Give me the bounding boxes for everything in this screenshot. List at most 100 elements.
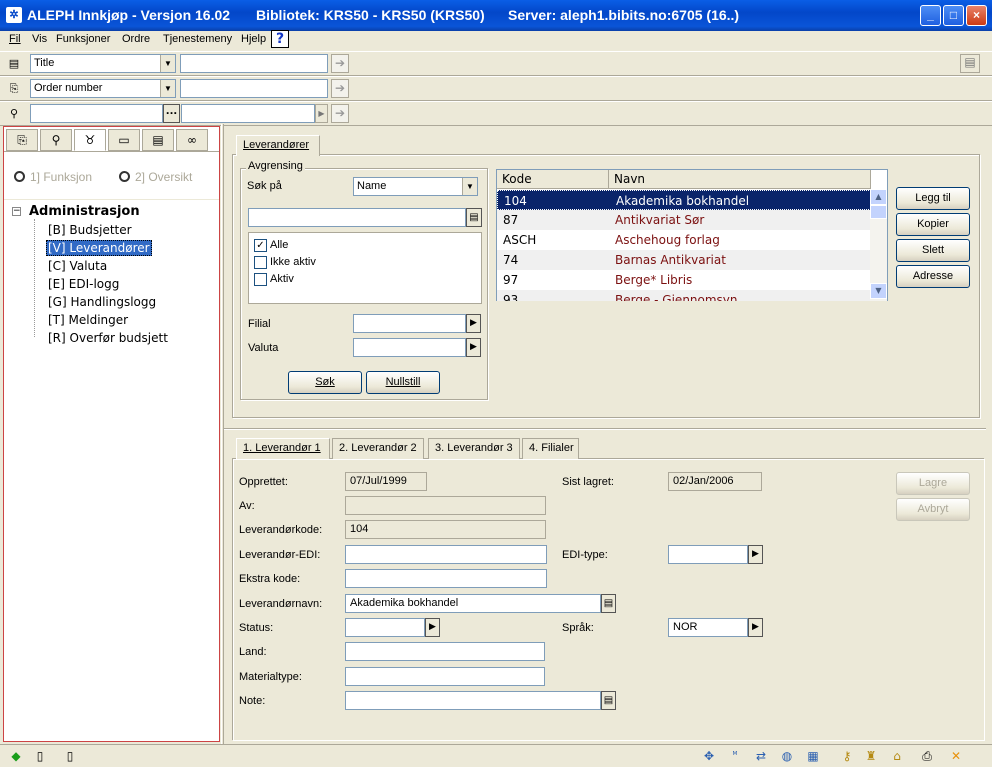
menu-tjenestemeny[interactable]: Tjenestemeny xyxy=(163,33,232,45)
title-bar[interactable]: ✲ ALEPH Innkjøp - Versjon 16.02 Bibliote… xyxy=(0,0,992,31)
document-icon[interactable]: ▯ xyxy=(31,748,49,765)
order-number-select[interactable]: Order number ▼ xyxy=(30,79,176,98)
tab-search-icon[interactable]: ⎘ xyxy=(6,129,38,151)
list-scrollbar[interactable]: ▲ ▼ xyxy=(870,189,887,301)
list-item[interactable]: 93 Berge - Gjennomsyn xyxy=(497,290,871,301)
list-item[interactable]: 74 Barnas Antikvariat xyxy=(497,250,871,270)
calendar-icon[interactable]: ▦ xyxy=(804,748,822,765)
search-button[interactable]: Søk xyxy=(288,371,362,394)
cancel-x-icon[interactable]: ✕ xyxy=(947,748,965,765)
list-item[interactable]: 97 Berge* Libris xyxy=(497,270,871,290)
tab-binoculars-icon[interactable]: ∞ xyxy=(176,129,208,151)
tree-item-valuta[interactable]: [C] Valuta xyxy=(48,259,107,273)
maximize-button[interactable]: □ xyxy=(943,5,964,26)
scroll-thumb[interactable] xyxy=(870,205,887,219)
details-icon[interactable]: ▤ xyxy=(960,54,980,73)
tree-item-leverandorer[interactable]: [V] Leverandører xyxy=(46,240,152,256)
go-button[interactable]: ➔ xyxy=(331,79,349,98)
list-icon[interactable]: ▤ xyxy=(601,594,616,613)
delete-button[interactable]: Slett xyxy=(896,239,970,262)
add-button[interactable]: Legg til xyxy=(896,187,970,210)
language-arrow-button[interactable]: ▶ xyxy=(748,618,763,637)
filter-text-input[interactable] xyxy=(248,208,466,227)
exchange-icon[interactable]: ⇄ xyxy=(752,748,770,765)
extra-code-input[interactable] xyxy=(345,569,547,588)
vendor-list[interactable]: Kode Navn 104 Akademika bokhandel 87 Antik… xyxy=(496,169,888,301)
tower-icon[interactable]: ♜ xyxy=(862,748,880,765)
title-select[interactable]: Title ▼ xyxy=(30,54,176,73)
status-input[interactable] xyxy=(345,618,425,637)
country-input[interactable] xyxy=(345,642,545,661)
note-input[interactable] xyxy=(345,691,601,710)
scroll-up-icon[interactable]: ▲ xyxy=(870,189,887,205)
status-arrow-button[interactable]: ▶ xyxy=(425,618,440,637)
close-button[interactable]: × xyxy=(966,5,987,26)
tree-root-administrasjon[interactable]: Administrasjon xyxy=(29,204,140,219)
tab-list-icon[interactable]: ▤ xyxy=(142,129,174,151)
list-item[interactable]: ASCH Aschehoug forlag xyxy=(497,230,871,250)
tree-collapse-toggle[interactable]: − xyxy=(12,207,21,216)
tab-leverandor-1[interactable]: 1. Leverandør 1 xyxy=(236,438,330,459)
checkbox-aktiv[interactable] xyxy=(254,273,267,286)
save-button[interactable]: Lagre xyxy=(896,472,970,495)
vendor-name-input[interactable] xyxy=(181,104,315,123)
tree-item-edi-logg[interactable]: [E] EDI-logg xyxy=(48,277,119,291)
radio-oversikt[interactable] xyxy=(119,171,130,182)
tab-person-icon[interactable]: ⚲ xyxy=(40,129,72,151)
scroll-down-icon[interactable]: ▼ xyxy=(870,283,887,299)
copy-button[interactable]: Kopier xyxy=(896,213,970,236)
cancel-button[interactable]: Avbryt xyxy=(896,498,970,521)
menu-hjelp[interactable]: Hjelp xyxy=(241,33,266,45)
key-icon[interactable]: ⚷ xyxy=(838,748,856,765)
filial-arrow-button[interactable]: ▶ xyxy=(466,314,481,333)
address-button[interactable]: Adresse xyxy=(896,265,970,288)
vendor-name-field[interactable]: Akademika bokhandel xyxy=(345,594,601,613)
edi-type-input[interactable] xyxy=(668,545,748,564)
language-input[interactable]: NOR xyxy=(668,618,748,637)
panel-splitter[interactable] xyxy=(221,124,224,744)
list-icon[interactable]: ▤ xyxy=(601,691,616,710)
minimize-button[interactable]: _ xyxy=(920,5,941,26)
go-button[interactable]: ➔ xyxy=(331,104,349,123)
reset-button[interactable]: Nullstill xyxy=(366,371,440,394)
list-item[interactable]: 87 Antikvariat Sør xyxy=(497,210,871,230)
search-on-select[interactable]: Name ▼ xyxy=(353,177,478,196)
tree-item-meldinger[interactable]: [T] Meldinger xyxy=(48,313,128,327)
menu-ordre[interactable]: Ordre xyxy=(122,33,150,45)
checkbox-ikke-aktiv[interactable] xyxy=(254,256,267,269)
material-type-input[interactable] xyxy=(345,667,545,686)
tree-item-handlingslogg[interactable]: [G] Handlingslogg xyxy=(48,295,156,309)
menu-vis[interactable]: Vis xyxy=(32,33,47,45)
go-button[interactable]: ➔ xyxy=(331,54,349,73)
vendor-search-input[interactable] xyxy=(30,104,163,123)
vendor-edi-input[interactable] xyxy=(345,545,547,564)
checkbox-alle[interactable]: ✓ xyxy=(254,239,267,252)
column-header-name[interactable]: Navn xyxy=(609,170,871,189)
tab-leverandorer[interactable]: Leverandører xyxy=(236,135,320,156)
tree-item-budsjetter[interactable]: [B] Budsjetter xyxy=(48,223,132,237)
library-icon[interactable]: ⌂ xyxy=(888,748,906,765)
radio-funksjon[interactable] xyxy=(14,171,25,182)
marc-icon[interactable]: ᴹ xyxy=(726,748,744,765)
tab-leverandor-2[interactable]: 2. Leverandør 2 xyxy=(332,438,424,459)
list-item[interactable]: 104 Akademika bokhandel xyxy=(497,190,871,210)
valuta-arrow-button[interactable]: ▶ xyxy=(466,338,481,357)
list-icon[interactable]: ▤ xyxy=(466,208,482,227)
tab-leverandor-3[interactable]: 3. Leverandør 3 xyxy=(428,438,520,459)
document-icon[interactable]: ▯ xyxy=(61,748,79,765)
globe-icon[interactable]: ◍ xyxy=(778,748,796,765)
printer-icon[interactable]: ⎙ xyxy=(918,748,936,765)
tab-filialer[interactable]: 4. Filialer xyxy=(522,438,579,459)
arrow-right-icon[interactable]: ▶ xyxy=(315,104,328,123)
menu-fil[interactable]: Fil xyxy=(9,33,21,45)
tab-folder-icon[interactable]: ▭ xyxy=(108,129,140,151)
browse-button[interactable]: ... xyxy=(163,104,180,123)
tree-item-overfor-budsjett[interactable]: [R] Overfør budsjett xyxy=(48,331,168,345)
edi-type-arrow-button[interactable]: ▶ xyxy=(748,545,763,564)
filial-input[interactable] xyxy=(353,314,466,333)
column-header-code[interactable]: Kode xyxy=(497,170,609,189)
help-icon[interactable]: ? xyxy=(271,30,289,48)
menu-funksjoner[interactable]: Funksjoner xyxy=(56,33,110,45)
tab-admin-icon[interactable]: ♉ xyxy=(74,129,106,151)
valuta-input[interactable] xyxy=(353,338,466,357)
